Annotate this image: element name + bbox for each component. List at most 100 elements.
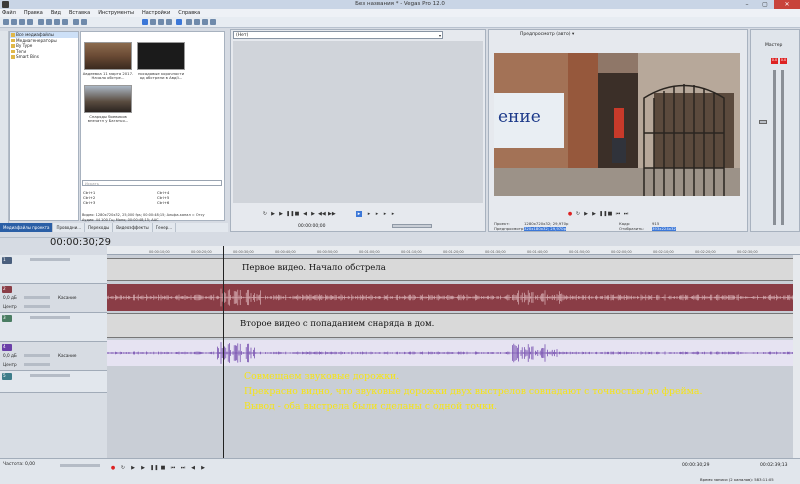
timeline-vertical-scrollbar[interactable] xyxy=(793,255,800,458)
tab-video-fx[interactable]: Видеоэффекты xyxy=(113,223,153,232)
menu-tools[interactable]: Инструменты xyxy=(98,9,134,17)
envelope-tool-icon[interactable] xyxy=(150,19,156,25)
loop-icon[interactable]: ↻ xyxy=(120,465,126,471)
minimize-button[interactable]: – xyxy=(738,0,756,9)
stop-icon[interactable]: ■ xyxy=(607,211,613,217)
go-start-icon[interactable]: ⏮ xyxy=(615,211,621,217)
preview-quality-select[interactable]: Предпросмотр (авто) ▾ xyxy=(520,31,610,39)
level-slider[interactable] xyxy=(30,316,70,319)
media-search-input[interactable]: Искать xyxy=(82,180,222,186)
loop-icon[interactable]: ↻ xyxy=(575,211,581,217)
track-header-audio-4[interactable]: 4 0,0 дБ Центр Касание xyxy=(0,342,107,371)
record-icon[interactable]: ● xyxy=(567,211,573,217)
ignore-grouping-icon[interactable] xyxy=(202,19,208,25)
play-icon[interactable]: ▶ xyxy=(278,211,284,217)
prev-frame-icon[interactable]: ◀ xyxy=(190,465,196,471)
go-start-icon[interactable]: ⏮ xyxy=(170,465,176,471)
timeline-ruler[interactable]: 00:00:10;00 00:00:20;00 00:00:30;00 00:0… xyxy=(107,246,800,255)
tree-item-smart-bins[interactable]: Smart Bins xyxy=(10,54,78,60)
pause-icon[interactable]: ❚❚ xyxy=(150,465,158,471)
new-project-icon[interactable] xyxy=(3,19,9,25)
save-icon[interactable] xyxy=(19,19,25,25)
menu-view[interactable]: Вид xyxy=(51,9,61,17)
menu-settings[interactable]: Настройки xyxy=(142,9,170,17)
track-number: 2 xyxy=(3,286,6,291)
add-to-timeline-icon[interactable]: ▸ xyxy=(356,211,362,217)
online-help-icon[interactable] xyxy=(210,19,216,25)
zoom-tool-icon[interactable] xyxy=(166,19,172,25)
copy-icon[interactable] xyxy=(54,19,60,25)
lock-envelopes-icon[interactable] xyxy=(194,19,200,25)
level-slider[interactable] xyxy=(30,258,70,261)
stop-icon[interactable]: ■ xyxy=(160,465,166,471)
pause-icon[interactable]: ❚❚ xyxy=(599,211,607,217)
volume-slider[interactable] xyxy=(24,296,50,299)
trimmer-zoom-slider[interactable] xyxy=(392,224,432,228)
play-icon[interactable]: ▶ xyxy=(140,465,146,471)
fill-icon[interactable]: ▸ xyxy=(382,211,388,217)
volume-slider[interactable] xyxy=(24,354,50,357)
next-frame-icon[interactable]: ▶ xyxy=(200,465,206,471)
tab-explorer[interactable]: Проводни... xyxy=(53,223,86,232)
track-header-video-5[interactable]: 5 xyxy=(0,371,107,393)
prev-frame-icon[interactable]: ◀ xyxy=(302,211,308,217)
master-fader[interactable] xyxy=(759,120,767,124)
trim-icon[interactable]: ▸ xyxy=(390,211,396,217)
menu-edit[interactable]: Правка xyxy=(24,9,43,17)
render-icon[interactable] xyxy=(38,19,44,25)
insert-icon[interactable]: ▸ xyxy=(374,211,380,217)
next-frame-icon[interactable]: ▶ xyxy=(310,211,316,217)
play-from-start-icon[interactable]: ▶ xyxy=(591,211,597,217)
selection-tool-icon[interactable] xyxy=(158,19,164,25)
stop-icon[interactable]: ■ xyxy=(294,211,300,217)
open-icon[interactable] xyxy=(11,19,17,25)
maximize-button[interactable]: ▢ xyxy=(756,0,774,9)
normal-edit-tool-icon[interactable] xyxy=(142,19,148,25)
snapping-icon[interactable] xyxy=(176,19,182,25)
go-end-icon[interactable]: ⏭ xyxy=(180,465,186,471)
overwrite-icon[interactable]: ▸ xyxy=(366,211,372,217)
close-button[interactable]: ✕ xyxy=(774,0,800,9)
trimmer-source-select[interactable]: (Нет) ▾ xyxy=(233,31,443,39)
rewind-icon[interactable]: ◀◀ xyxy=(318,211,326,217)
video-clip-2[interactable] xyxy=(107,313,793,338)
cut-icon[interactable] xyxy=(46,19,52,25)
tab-transitions[interactable]: Переходы xyxy=(85,223,114,232)
tab-project-media[interactable]: Медиафайлы проекта xyxy=(0,223,54,232)
pause-icon[interactable]: ❚❚ xyxy=(286,211,294,217)
paste-icon[interactable] xyxy=(62,19,68,25)
audio-clip-4[interactable] xyxy=(106,340,793,366)
undo-icon[interactable] xyxy=(73,19,79,25)
loop-icon[interactable]: ↻ xyxy=(262,211,268,217)
rate-slider[interactable] xyxy=(60,464,100,467)
go-end-icon[interactable]: ⏭ xyxy=(623,211,629,217)
redo-icon[interactable] xyxy=(81,19,87,25)
media-thumbnail[interactable] xyxy=(84,42,132,70)
forward-icon[interactable]: ▶▶ xyxy=(328,211,336,217)
audio-clip-2[interactable] xyxy=(106,284,793,311)
properties-icon[interactable] xyxy=(27,19,33,25)
play-icon[interactable]: ▶ xyxy=(270,211,276,217)
auto-ripple-icon[interactable] xyxy=(186,19,192,25)
track-header-video-3[interactable]: 3 xyxy=(0,313,107,342)
play-from-start-icon[interactable]: ▶ xyxy=(130,465,136,471)
record-icon[interactable]: ● xyxy=(110,465,116,471)
video-clip-1[interactable] xyxy=(107,258,793,281)
track-header-video-1[interactable]: 1 xyxy=(0,255,107,284)
media-thumbnail[interactable] xyxy=(137,42,185,70)
playhead-cursor[interactable] xyxy=(223,246,224,460)
track-header-audio-2[interactable]: 2 0,0 дБ Центр Касание xyxy=(0,284,107,313)
automation-mode[interactable]: Касание xyxy=(58,295,76,300)
menu-insert[interactable]: Вставка xyxy=(69,9,90,17)
automation-mode[interactable]: Касание xyxy=(58,353,76,358)
level-slider[interactable] xyxy=(30,374,70,377)
menu-file[interactable]: Файл xyxy=(2,9,16,17)
play-icon[interactable]: ▶ xyxy=(583,211,589,217)
pan-slider[interactable] xyxy=(24,363,50,366)
tab-generators[interactable]: Генер... xyxy=(153,223,177,232)
menu-help[interactable]: Справка xyxy=(178,9,200,17)
docking-side-strip xyxy=(0,31,9,225)
media-thumbnail[interactable] xyxy=(84,85,132,113)
pan-slider[interactable] xyxy=(24,305,50,308)
annotation-line: Прекрасно видно, что звуковые дорожки дв… xyxy=(244,386,703,397)
